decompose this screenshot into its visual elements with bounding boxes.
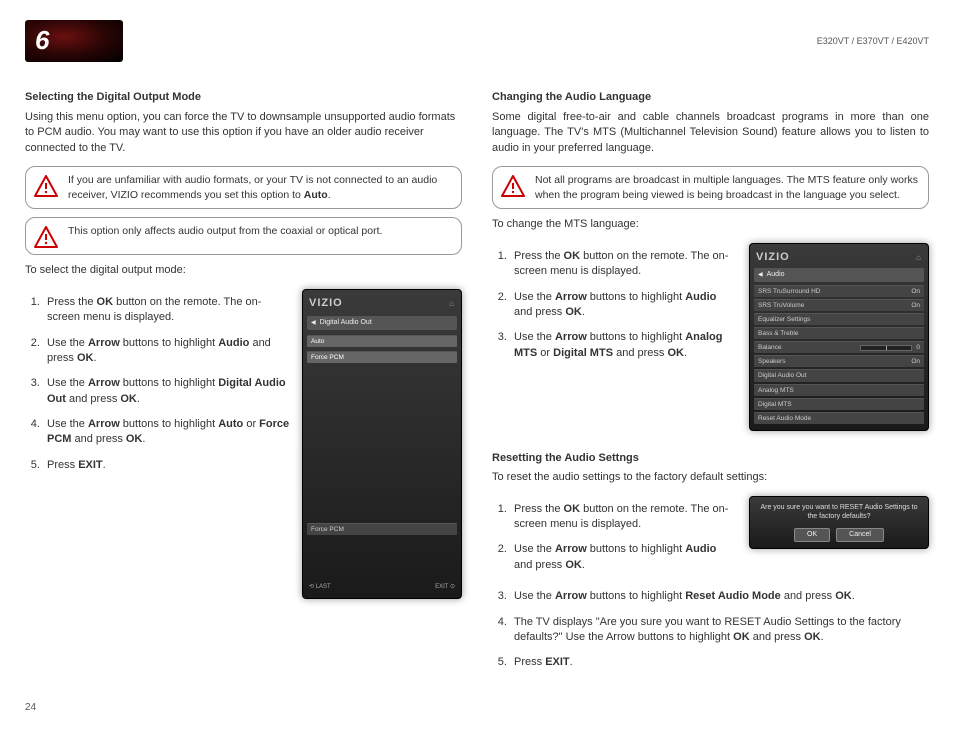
note-auto-recommend: If you are unfamiliar with audio formats… [25,166,462,209]
osd-bottom-item: Force PCM [307,523,457,535]
steps-digital-output: Press the OK button on the remote. The o… [25,289,290,484]
model-numbers: E320VT / E370VT / E420VT [817,35,929,48]
mts-step-1: Press the OK button on the remote. The o… [510,249,737,280]
osd-logo: VIZIO⌂ [754,250,924,265]
steps-reset-continued: Use the Arrow buttons to highlight Reset… [492,589,929,671]
note-text: If you are unfamiliar with audio formats… [68,173,451,202]
osd-item-srs-truvolume: SRS TruVolumeOn [754,299,924,311]
reset-step-2: Use the Arrow buttons to highlight Audio… [510,542,737,573]
step-2: Use the Arrow buttons to highlight Audio… [43,336,290,367]
home-icon: ⌂ [916,252,922,263]
osd-item-equalizer: Equalizer Settings [754,313,924,325]
osd-reset-dialog: Are you sure you want to RESET Audio Set… [749,496,929,549]
osd-breadcrumb: ◀Digital Audio Out [307,316,457,330]
note-mts: Not all programs are broadcast in multip… [492,166,929,209]
lead-digital-output: To select the digital output mode: [25,263,462,278]
page-header: 6 E320VT / E370VT / E420VT [25,20,929,62]
warning-icon [34,226,58,248]
balance-slider-icon [860,345,912,351]
reset-step-4: The TV displays "Are you sure you want t… [510,615,929,646]
osd-item-digital-audio-out: Digital Audio Out [754,369,924,381]
osd-item-speakers: SpeakersOn [754,355,924,367]
reset-step-1: Press the OK button on the remote. The o… [510,502,737,533]
reset-step-5: Press EXIT. [510,655,929,670]
warning-icon [501,175,525,197]
steps-with-osd-mts: Press the OK button on the remote. The o… [492,243,929,431]
note-coax-optical: This option only affects audio output fr… [25,217,462,255]
osd-option-auto: Auto [307,335,457,347]
home-icon: ⌂ [449,298,455,309]
osd-item-reset-audio: Reset Audio Mode [754,412,924,424]
left-column: Selecting the Digital Output Mode Using … [25,80,462,680]
steps-mts: Press the OK button on the remote. The o… [492,243,737,371]
osd-digital-audio-out: VIZIO⌂ ◀Digital Audio Out Auto Force PCM… [302,289,462,599]
note-text: Not all programs are broadcast in multip… [535,173,918,202]
osd-footer: ⟲ LAST EXIT ⊙ [307,581,457,593]
steps-reset: Press the OK button on the remote. The o… [492,496,737,584]
osd-item-analog-mts: Analog MTS [754,384,924,396]
section-title-digital-output: Selecting the Digital Output Mode [25,90,462,105]
steps-with-osd: Press the OK button on the remote. The o… [25,289,462,599]
osd-item-digital-mts: Digital MTS [754,398,924,410]
back-icon: ◀ [758,271,763,279]
reset-step-3: Use the Arrow buttons to highlight Reset… [510,589,929,604]
osd-audio-menu: VIZIO⌂ ◀Audio SRS TruSurround HDOn SRS T… [749,243,929,431]
intro-audio-language: Some digital free-to-air and cable chann… [492,110,929,156]
dialog-ok-button: OK [794,528,830,542]
osd-breadcrumb-audio: ◀Audio [754,268,924,282]
mts-step-2: Use the Arrow buttons to highlight Audio… [510,290,737,321]
osd-option-forcepcm: Force PCM [307,351,457,363]
back-icon: ◀ [311,319,316,327]
intro-digital-output: Using this menu option, you can force th… [25,110,462,156]
osd-logo: VIZIO⌂ [307,296,457,311]
osd-last-label: ⟲ LAST [309,583,331,591]
steps-with-osd-reset: Press the OK button on the remote. The o… [492,496,929,584]
right-column: Changing the Audio Language Some digital… [492,80,929,680]
osd-exit-label: EXIT ⊙ [435,583,455,591]
warning-icon [34,175,58,197]
content-columns: Selecting the Digital Output Mode Using … [25,80,929,680]
page-number: 24 [25,701,929,715]
section-title-audio-language: Changing the Audio Language [492,90,929,105]
step-3: Use the Arrow buttons to highlight Digit… [43,376,290,407]
step-5: Press EXIT. [43,458,290,473]
note-text: This option only affects audio output fr… [68,224,382,239]
step-1: Press the OK button on the remote. The o… [43,295,290,326]
section-title-reset-audio: Resetting the Audio Settngs [492,451,929,466]
lead-reset: To reset the audio settings to the facto… [492,470,929,485]
mts-step-3: Use the Arrow buttons to highlight Analo… [510,330,737,361]
chapter-badge: 6 [25,20,123,62]
dialog-message: Are you sure you want to RESET Audio Set… [756,503,922,523]
lead-mts: To change the MTS language: [492,217,929,232]
osd-item-srs-trusurround: SRS TruSurround HDOn [754,285,924,297]
osd-item-balance: Balance0 [754,341,924,353]
dialog-cancel-button: Cancel [836,528,884,542]
osd-item-bass-treble: Bass & Treble [754,327,924,339]
step-4: Use the Arrow buttons to highlight Auto … [43,417,290,448]
